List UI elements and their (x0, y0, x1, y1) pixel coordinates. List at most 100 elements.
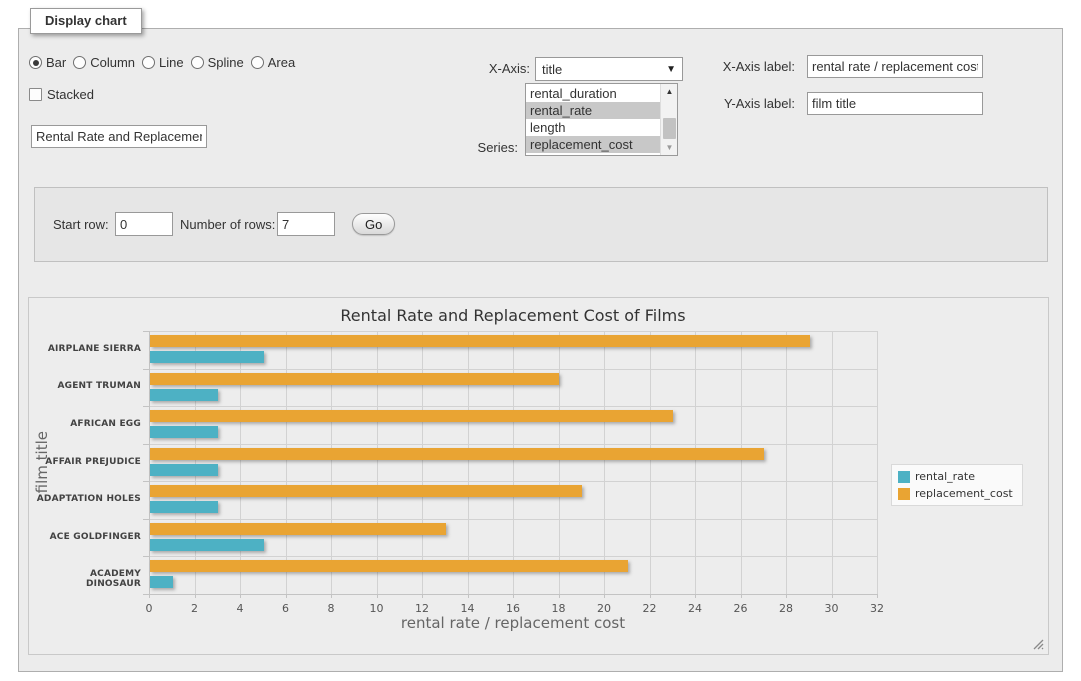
legend-label: rental_rate (915, 470, 975, 483)
gridline (195, 331, 196, 594)
x-tick-label: 16 (498, 602, 528, 615)
series-option-rental_rate[interactable]: rental_rate (526, 102, 660, 119)
chart-legend: rental_rate replacement_cost (891, 464, 1023, 506)
chart-type-radio-bar[interactable]: Bar (29, 55, 66, 70)
fieldset-legend: Display chart (30, 8, 142, 34)
series-options: rental_durationrental_ratelengthreplacem… (526, 85, 660, 153)
go-button[interactable]: Go (352, 213, 395, 235)
legend-item-rental_rate[interactable]: rental_rate (898, 470, 1013, 483)
bar-rental_rate[interactable] (150, 501, 218, 513)
radio-icon[interactable] (251, 56, 264, 69)
bar-replacement_cost[interactable] (150, 335, 810, 347)
chart-title: Rental Rate and Replacement Cost of Film… (149, 306, 877, 325)
legend-label: replacement_cost (915, 487, 1013, 500)
gridline (240, 331, 241, 594)
stacked-checkbox-row[interactable]: Stacked (29, 87, 94, 102)
stacked-checkbox[interactable] (29, 88, 42, 101)
x-tick-label: 10 (362, 602, 392, 615)
x-tick-label: 2 (180, 602, 210, 615)
gridline (149, 331, 877, 332)
x-tick (877, 594, 878, 598)
gridline (149, 556, 877, 557)
x-axis-title: rental rate / replacement cost (149, 614, 877, 632)
series-multiselect[interactable]: rental_durationrental_ratelengthreplacem… (525, 83, 678, 156)
bar-rental_rate[interactable] (150, 389, 218, 401)
x-tick-label: 6 (271, 602, 301, 615)
x-tick-label: 18 (544, 602, 574, 615)
category-label: AGENT TRUMAN (33, 381, 141, 391)
chart-type-radio-column[interactable]: Column (73, 55, 135, 70)
y-axis-label-field-label: Y-Axis label: (700, 96, 795, 111)
radio-icon[interactable] (29, 56, 42, 69)
chart-type-label: Line (159, 55, 184, 70)
bar-replacement_cost[interactable] (150, 448, 764, 460)
x-tick-label: 14 (453, 602, 483, 615)
gridline (468, 331, 469, 594)
radio-icon[interactable] (142, 56, 155, 69)
x-tick-label: 0 (134, 602, 164, 615)
category-label: AFRICAN EGG (33, 419, 141, 429)
gridline (513, 331, 514, 594)
x-tick-label: 28 (771, 602, 801, 615)
category-label: ACADEMY DINOSAUR (33, 569, 141, 589)
x-tick-label: 22 (635, 602, 665, 615)
gridline (559, 331, 560, 594)
x-axis-select-label: X-Axis: (440, 61, 530, 76)
bar-replacement_cost[interactable] (150, 523, 446, 535)
scrollbar-thumb[interactable] (663, 118, 676, 139)
radio-icon[interactable] (191, 56, 204, 69)
gridline (650, 331, 651, 594)
gridline (149, 444, 877, 445)
x-axis-select[interactable]: title ▼ (535, 57, 683, 81)
chart-type-radio-line[interactable]: Line (142, 55, 184, 70)
gridline (786, 331, 787, 594)
gridline (149, 519, 877, 520)
bar-replacement_cost[interactable] (150, 373, 559, 385)
x-tick-label: 4 (225, 602, 255, 615)
chart-title-input[interactable] (31, 125, 207, 148)
series-option-rental_duration[interactable]: rental_duration (526, 85, 660, 102)
bar-replacement_cost[interactable] (150, 485, 582, 497)
chart-type-radio-spline[interactable]: Spline (191, 55, 244, 70)
series-option-replacement_cost[interactable]: replacement_cost (526, 136, 660, 153)
bar-rental_rate[interactable] (150, 351, 264, 363)
gridline (331, 331, 332, 594)
gridline (149, 369, 877, 370)
gridline (149, 481, 877, 482)
gridline (377, 331, 378, 594)
x-axis-label-field-label: X-Axis label: (700, 59, 795, 74)
bar-replacement_cost[interactable] (150, 410, 673, 422)
chart-type-label: Area (268, 55, 295, 70)
chevron-down-icon: ▼ (666, 64, 676, 75)
bar-rental_rate[interactable] (150, 464, 218, 476)
gridline (149, 406, 877, 407)
x-tick-label: 26 (726, 602, 756, 615)
radio-icon[interactable] (73, 56, 86, 69)
y-axis-label-input[interactable] (807, 92, 983, 115)
scroll-down-icon[interactable]: ▼ (661, 140, 678, 155)
x-axis-label-input[interactable] (807, 55, 983, 78)
category-label: ACE GOLDFINGER (33, 532, 141, 542)
chart-type-label: Column (90, 55, 135, 70)
legend-item-replacement_cost[interactable]: replacement_cost (898, 487, 1013, 500)
category-label: AFFAIR PREJUDICE (33, 457, 141, 467)
gridline (422, 331, 423, 594)
x-tick-label: 32 (862, 602, 892, 615)
resize-handle-icon[interactable] (1033, 639, 1044, 650)
start-row-label: Start row: (53, 217, 109, 232)
scroll-up-icon[interactable]: ▲ (661, 84, 678, 99)
chart-type-radio-area[interactable]: Area (251, 55, 295, 70)
gridline (877, 331, 878, 594)
bar-replacement_cost[interactable] (150, 560, 628, 572)
legend-swatch (898, 488, 910, 500)
gridline (286, 331, 287, 594)
category-label: ADAPTATION HOLES (33, 494, 141, 504)
x-tick-label: 24 (680, 602, 710, 615)
start-row-input[interactable] (115, 212, 173, 236)
number-of-rows-input[interactable] (277, 212, 335, 236)
series-scrollbar[interactable]: ▲ ▼ (660, 84, 677, 155)
bar-rental_rate[interactable] (150, 426, 218, 438)
series-option-length[interactable]: length (526, 119, 660, 136)
bar-rental_rate[interactable] (150, 576, 173, 588)
bar-rental_rate[interactable] (150, 539, 264, 551)
